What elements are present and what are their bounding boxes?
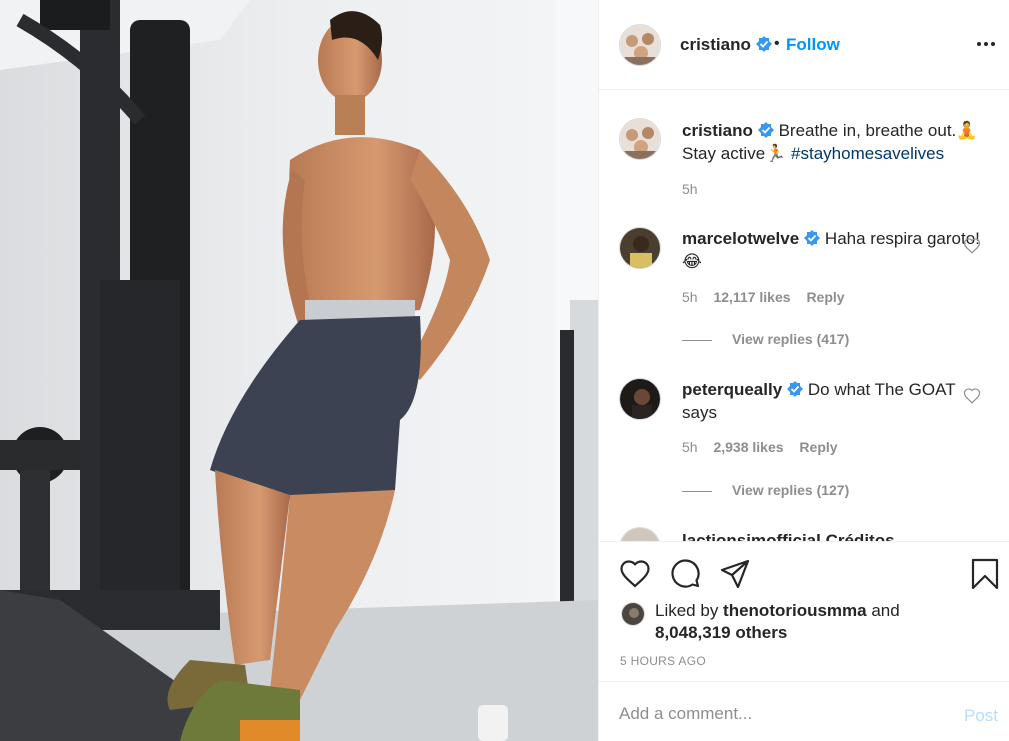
view-replies-label: View replies (127) [732,482,850,498]
like-comment-heart-icon[interactable] [963,387,981,405]
comment-time[interactable]: 5h [682,439,698,455]
view-replies-button[interactable]: View replies (127) [682,482,849,498]
comments-list[interactable]: cristiano Breathe in, breathe out.🧘 Stay… [599,91,1009,541]
author-username-text[interactable]: cristiano [680,35,751,54]
comment-text: marcelotwelve Haha respira garoto! 😂 [682,227,982,273]
liker-avatar-image [622,603,644,625]
commenter-avatar-image [620,228,660,268]
commenter-avatar[interactable] [619,227,661,269]
follow-button[interactable]: Follow [786,35,840,55]
author-avatar[interactable] [619,24,661,66]
comment-box: Post [599,681,1009,741]
likes-text: Liked by thenotoriousmma and 8,048,319 ot… [655,600,995,644]
post-comment-button[interactable]: Post [964,706,998,726]
comment-time[interactable]: 5h [682,289,698,305]
reply-button[interactable]: Reply [806,289,844,305]
comment-icon[interactable] [669,558,701,590]
comment-likes[interactable]: 2,938 likes [713,439,783,455]
comment-meta: 5h 12,117 likes Reply [682,289,857,305]
share-icon[interactable] [719,558,751,590]
author-avatar-image [620,25,660,65]
commenter-avatar-image [620,528,660,541]
caption-avatar[interactable] [619,118,661,160]
comment-input[interactable] [619,702,939,726]
comment-username[interactable]: peterqueally [682,380,782,399]
post-timestamp[interactable]: 5 HOURS AGO [620,654,706,668]
commenter-avatar[interactable] [619,378,661,420]
view-replies-line [682,490,712,492]
comment-body-partial: lactionsimofficial Créditos [682,531,895,541]
caption-avatar-image [620,119,660,159]
likes-count[interactable]: 8,048,319 others [655,623,787,642]
caption-meta: 5h [682,181,710,197]
bookmark-icon[interactable] [969,558,1001,590]
caption-username[interactable]: cristiano [682,121,753,140]
verified-badge-icon [804,230,821,246]
liker-avatar[interactable] [621,602,645,626]
commenter-avatar-image [620,379,660,419]
post-photo[interactable] [0,0,598,741]
view-replies-label: View replies (417) [732,331,850,347]
view-replies-button[interactable]: View replies (417) [682,331,849,347]
comment-text: peterqueally Do what The GOAT says [682,378,982,424]
verified-badge-icon [757,122,774,138]
comment-text: lactionsimofficial Créditos [682,529,982,541]
caption-hashtag[interactable]: #stayhomesavelives [791,144,944,163]
reply-button[interactable]: Reply [799,439,837,455]
heart-icon[interactable] [619,558,651,590]
author-username[interactable]: cristiano [680,35,772,55]
like-comment-heart-icon[interactable] [963,237,981,255]
comment-likes[interactable]: 12,117 likes [713,289,790,305]
more-options-icon[interactable] [975,34,997,54]
post-actions: Liked by thenotoriousmma and 8,048,319 ot… [599,541,1009,681]
comment-meta: 5h 2,938 likes Reply [682,439,850,455]
caption-text: cristiano Breathe in, breathe out.🧘 Stay… [682,119,982,165]
view-replies-line [682,339,712,341]
post-photo-illustration [0,0,598,741]
post-sidebar: cristiano • Follow cristiano Breathe in,… [598,0,1009,741]
post-header: cristiano • Follow [599,0,1009,90]
header-separator-dot: • [774,35,780,52]
caption-time[interactable]: 5h [682,181,698,197]
verified-badge-icon [755,36,772,52]
comment-username[interactable]: marcelotwelve [682,229,799,248]
likes-prefix: Liked by [655,601,724,620]
liker-username[interactable]: thenotoriousmma [723,601,867,620]
verified-badge-icon [787,381,804,397]
likes-middle: and [866,601,900,620]
commenter-avatar[interactable] [619,527,661,541]
